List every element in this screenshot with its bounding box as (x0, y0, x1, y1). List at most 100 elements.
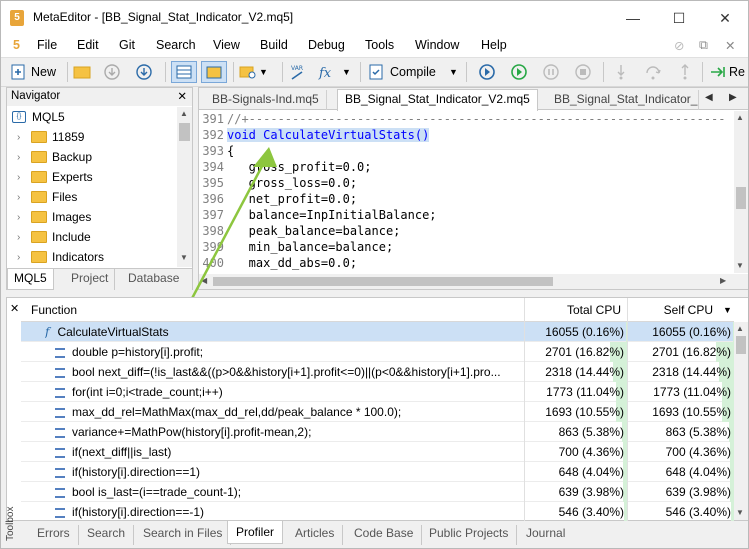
mdi-help-icon[interactable]: ⊘ (674, 38, 684, 53)
step-into-button[interactable] (612, 61, 630, 83)
scroll-thumb[interactable] (736, 187, 746, 209)
tab-scroll-left-icon[interactable]: ◀ (705, 92, 713, 103)
code-area[interactable]: 391//+----------------------------------… (199, 111, 734, 273)
editor-vertical-scrollbar[interactable]: ▲ ▼ (734, 111, 748, 273)
menu-window[interactable]: Window (415, 38, 459, 52)
tab-errors[interactable]: Errors (29, 525, 79, 545)
tab-search[interactable]: Search (79, 525, 135, 545)
table-row[interactable]: if(history[i].direction==-1) 546 (3.40%) 5… (21, 502, 734, 522)
scroll-right-icon[interactable]: ▶ (720, 276, 726, 285)
tree-item[interactable]: › Files (7, 187, 177, 207)
menu-search[interactable]: Search (156, 38, 196, 52)
pause-button[interactable] (542, 61, 560, 83)
save-button[interactable] (135, 61, 153, 83)
tab-project[interactable]: Project (65, 269, 116, 290)
maximize-button[interactable]: ☐ (656, 1, 702, 35)
menu-git[interactable]: Git (119, 38, 135, 52)
scroll-thumb[interactable] (213, 277, 553, 286)
code-line: 393{ (199, 143, 734, 159)
scroll-left-icon[interactable]: ◀ (201, 276, 207, 285)
tab-code-base[interactable]: Code Base (346, 525, 423, 545)
navigator-toggle-button[interactable] (171, 61, 197, 83)
col-function[interactable]: Function (31, 303, 77, 317)
close-button[interactable]: ✕ (702, 1, 748, 35)
menu-edit[interactable]: Edit (77, 38, 99, 52)
close-icon[interactable]: ✕ (10, 302, 19, 315)
tab-bb-signals-ind[interactable]: BB-Signals-Ind.mq5 (205, 90, 327, 110)
app-icon: 5 (10, 10, 24, 26)
navigator-scrollbar[interactable]: ▲ ▼ (177, 107, 192, 267)
scroll-up-icon[interactable]: ▲ (736, 113, 744, 122)
menu-file[interactable]: File (37, 38, 57, 52)
menu-view[interactable]: View (213, 38, 240, 52)
line-number: 392 (202, 128, 224, 142)
table-row[interactable]: for(int i=0;i<trade_count;i++) 1773 (11.0… (21, 382, 734, 402)
mdi-close-icon[interactable]: ✕ (725, 38, 735, 53)
scroll-down-icon[interactable]: ▼ (736, 261, 744, 270)
tab-scroll-right-icon[interactable]: ▶ (729, 92, 737, 103)
profiler-scrollbar[interactable]: ▲ ▼ (734, 322, 748, 520)
step-over-button[interactable] (644, 61, 662, 83)
start-debug-button[interactable] (510, 61, 528, 83)
pause-icon (543, 64, 559, 80)
table-row[interactable]: bool is_last=(i==trade_count-1); 639 (3.9… (21, 482, 734, 502)
minimize-button[interactable]: — (610, 1, 656, 35)
toolbox-toggle-button[interactable] (201, 61, 227, 83)
tab-bb-signal-stat-v2[interactable]: BB_Signal_Stat_Indicator_V2.mq5 (337, 89, 538, 111)
col-total-cpu[interactable]: Total CPU (524, 298, 627, 322)
download-button[interactable] (103, 61, 121, 83)
bookmarks-button[interactable]: ▼ (239, 61, 268, 83)
tab-database[interactable]: Database (122, 269, 185, 290)
total-cpu-cell: 16055 (0.16%) (524, 322, 627, 342)
menu-help[interactable]: Help (481, 38, 507, 52)
tree-item[interactable]: › Indicators (7, 247, 177, 267)
start-profiling-button[interactable] (478, 61, 496, 83)
sort-desc-icon[interactable]: ▼ (723, 305, 732, 315)
table-row[interactable]: if(next_diff||is_last) 700 (4.36%) 700 (4.… (21, 442, 734, 462)
step-out-button[interactable] (676, 61, 694, 83)
tab-profiler[interactable]: Profiler (227, 521, 284, 544)
scroll-up-icon[interactable]: ▲ (180, 109, 188, 118)
stop-button[interactable] (574, 61, 592, 83)
compile-button[interactable]: Compile (367, 61, 436, 83)
run-button[interactable]: Re (709, 61, 745, 83)
tab-mql5[interactable]: MQL5 (7, 269, 54, 290)
table-row[interactable]: double p=history[i].profit; 2701 (16.82%)… (21, 342, 734, 362)
open-folder-button[interactable] (73, 61, 91, 83)
table-row[interactable]: bool next_diff=(!is_last&&((p>0&&history… (21, 362, 734, 382)
tree-item[interactable]: › Experts (7, 167, 177, 187)
table-row[interactable]: ƒ CalculateVirtualStats 16055 (0.16%) 16055… (21, 322, 734, 342)
navigator-tree: {} MQL5 › 11859 › Backup › Experts › Files ›… (7, 107, 177, 267)
tree-root-mql5[interactable]: {} MQL5 (7, 107, 177, 127)
table-row[interactable]: if(history[i].direction==1) 648 (4.04%) 64… (21, 462, 734, 482)
tab-articles[interactable]: Articles (287, 525, 344, 545)
scroll-thumb[interactable] (736, 336, 746, 354)
editor-horizontal-scrollbar[interactable]: ◀ ▶ (199, 274, 748, 289)
tree-item[interactable]: › 11859 (7, 127, 177, 147)
col-self-cpu[interactable]: Self CPU (627, 298, 719, 322)
menu-debug[interactable]: Debug (308, 38, 345, 52)
scroll-down-icon[interactable]: ▼ (736, 508, 744, 517)
tab-journal[interactable]: Journal (518, 525, 573, 545)
table-row[interactable]: max_dd_rel=MathMax(max_dd_rel,dd/peak_ba… (21, 402, 734, 422)
scroll-up-icon[interactable]: ▲ (736, 324, 744, 333)
close-icon[interactable]: ✕ (177, 89, 187, 103)
tree-item[interactable]: › Backup (7, 147, 177, 167)
scroll-thumb[interactable] (179, 123, 190, 141)
cpu-bar (732, 322, 734, 342)
compile-dropdown[interactable]: ▼ (449, 61, 458, 83)
tree-item[interactable]: › Include (7, 227, 177, 247)
table-row[interactable]: variance+=MathPow(history[i].profit-mean… (21, 422, 734, 442)
scroll-down-icon[interactable]: ▼ (180, 253, 188, 262)
var-button[interactable]: VAR (289, 61, 307, 83)
tab-bb-signal-stat-d[interactable]: BB_Signal_Stat_Indicator_D (547, 90, 699, 110)
menu-build[interactable]: Build (260, 38, 288, 52)
tree-item[interactable]: › Images (7, 207, 177, 227)
function-button[interactable]: fx ▼ (318, 61, 351, 83)
tab-public-projects[interactable]: Public Projects (421, 525, 518, 545)
new-button[interactable]: New (9, 61, 56, 83)
mdi-restore-icon[interactable]: ⧉ (699, 38, 708, 53)
tab-search-in-files[interactable]: Search in Files (135, 525, 232, 545)
app-menu-icon[interactable]: 5 (13, 38, 20, 52)
menu-tools[interactable]: Tools (365, 38, 394, 52)
